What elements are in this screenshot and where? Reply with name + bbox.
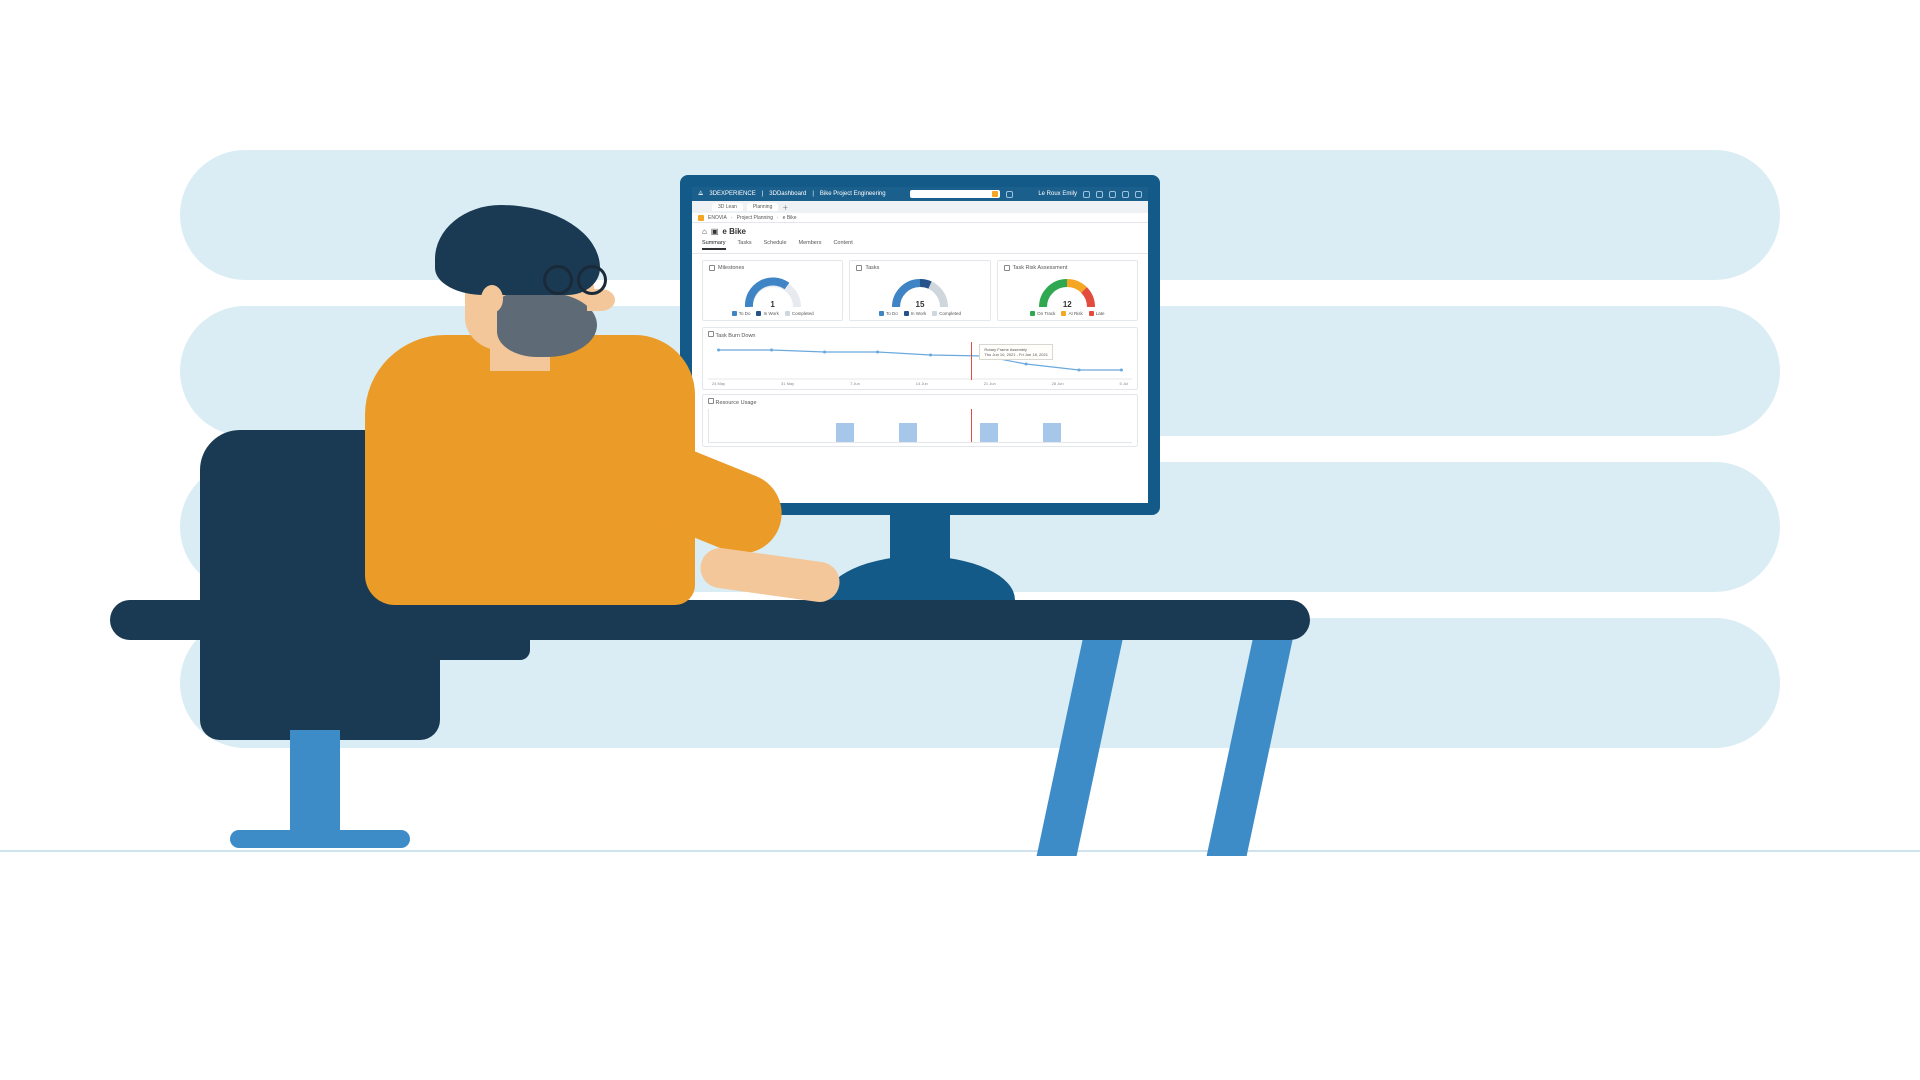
home-icon[interactable] [1135, 191, 1142, 198]
tab-tasks[interactable]: Tasks [738, 240, 752, 250]
breadcrumb-item[interactable]: e Bike [783, 215, 797, 221]
summary-cards: Milestones 1 To Do In Work Completed [692, 254, 1148, 327]
search-input[interactable] [910, 190, 1000, 198]
milestones-value: 1 [743, 300, 803, 309]
tasks-gauge: 15 [890, 277, 950, 307]
risk-value: 12 [1037, 300, 1097, 309]
context-name[interactable]: Bike Project Engineering [820, 191, 886, 197]
chart-tooltip: Rotary Frame Assembly Thu Jun 10, 2021 -… [979, 344, 1053, 360]
tasks-legend: To Do In Work Completed [856, 311, 983, 316]
add-icon[interactable] [1083, 191, 1090, 198]
card-milestones: Milestones 1 To Do In Work Completed [702, 260, 843, 321]
panel-resource-usage: Resource Usage [702, 394, 1138, 447]
risk-legend: On Track At Risk Late [1004, 311, 1131, 316]
milestones-gauge: 1 [743, 277, 803, 307]
monitor-stand [890, 512, 950, 562]
chart-icon [708, 331, 714, 337]
secondary-tab[interactable]: Planning [747, 203, 778, 211]
tab-content[interactable]: Content [833, 240, 852, 250]
brand-logo-icon: ⟁ [698, 191, 703, 198]
floor-line [0, 850, 1920, 852]
risk-icon [1004, 265, 1010, 271]
breadcrumb-section[interactable]: Project Planning [737, 215, 773, 221]
secondary-tab[interactable]: 3D Lean [712, 203, 743, 211]
burn-down-chart[interactable]: Rotary Frame Assembly Thu Jun 10, 2021 -… [708, 342, 1132, 380]
notifications-icon[interactable] [1109, 191, 1116, 198]
brand-name: 3DEXPERIENCE [709, 191, 755, 197]
share-icon[interactable] [1096, 191, 1103, 198]
user-name[interactable]: Le Roux Emily [1038, 191, 1077, 197]
illustration: ⟁ 3DEXPERIENCE | 3DDashboard | Bike Proj… [0, 0, 1920, 1080]
refresh-icon[interactable] [1006, 191, 1013, 198]
milestone-icon [709, 265, 715, 271]
tab-schedule[interactable]: Schedule [764, 240, 787, 250]
tasks-icon [856, 265, 862, 271]
page-title: e Bike [722, 227, 746, 236]
burn-down-xaxis: 24 May31 May7 Jun14 Jun21 Jun28 Jun5 Jul [708, 381, 1132, 386]
page-tabs: Summary Tasks Schedule Members Content [692, 240, 1148, 254]
breadcrumb: ENOVIA · Project Planning · e Bike [692, 213, 1148, 223]
risk-gauge: 12 [1037, 277, 1097, 307]
card-risk: Task Risk Assessment 12 On Track At Risk… [997, 260, 1138, 321]
today-marker [971, 342, 972, 380]
panel-burn-down: Task Burn Down Rotary Frame Assembly Thu… [702, 327, 1138, 390]
tasks-value: 15 [890, 300, 950, 309]
dashboard-screen: ⟁ 3DEXPERIENCE | 3DDashboard | Bike Proj… [692, 187, 1148, 503]
breadcrumb-app[interactable]: ENOVIA [708, 215, 727, 221]
help-icon[interactable] [1122, 191, 1129, 198]
monitor: ⟁ 3DEXPERIENCE | 3DDashboard | Bike Proj… [680, 175, 1160, 515]
tab-summary[interactable]: Summary [702, 240, 726, 250]
milestones-legend: To Do In Work Completed [709, 311, 836, 316]
tab-members[interactable]: Members [799, 240, 822, 250]
secondary-tab-bar: 3D Lean Planning ＋ [692, 201, 1148, 213]
add-tab-icon[interactable]: ＋ [782, 203, 788, 212]
app-name: 3DDashboard [769, 191, 806, 197]
page-title-bar: ⌂ ▣ e Bike [692, 223, 1148, 240]
today-marker [971, 409, 972, 442]
home-icon[interactable]: ⌂ [702, 227, 707, 236]
resource-icon [708, 398, 714, 404]
person-legs [370, 570, 530, 660]
resource-chart[interactable] [708, 409, 1132, 443]
project-badge-icon: ▣ [711, 227, 719, 236]
card-tasks: Tasks 15 To Do In Work Completed [849, 260, 990, 321]
app-badge-icon [698, 215, 704, 221]
top-bar: ⟁ 3DEXPERIENCE | 3DDashboard | Bike Proj… [692, 187, 1148, 201]
